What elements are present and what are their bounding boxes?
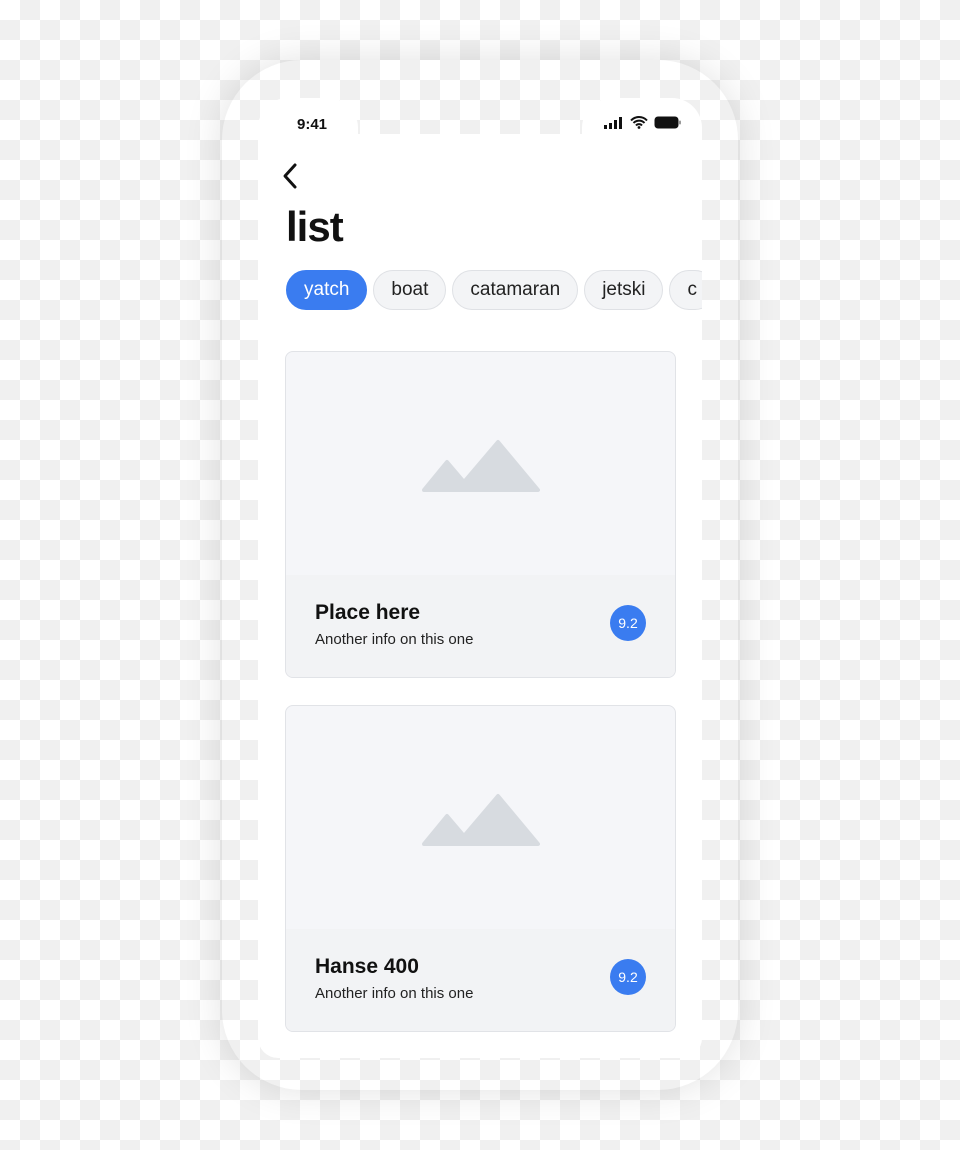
card-subtitle: Another info on this one (315, 985, 474, 1002)
card-title: Place here (315, 601, 421, 624)
card-subtitle: Another info on this one (315, 631, 474, 648)
status-icons (604, 116, 682, 129)
chip-catamaran[interactable]: catamaran (452, 270, 579, 310)
wifi-icon (630, 116, 648, 129)
signal-icon (604, 116, 622, 129)
image-placeholder-icon (421, 439, 540, 492)
category-chips: yatch boat catamaran jetski c (286, 270, 702, 312)
card-info: Place here Another info on this one 9.2 (286, 575, 675, 677)
chip-more[interactable]: c (669, 270, 702, 310)
battery-icon (654, 116, 681, 129)
chip-yatch[interactable]: yatch (286, 270, 368, 310)
list-card[interactable]: Hanse 400 Another info on this one 9.2 (285, 705, 676, 1032)
page-title: list (286, 203, 344, 250)
chip-jetski[interactable]: jetski (584, 270, 664, 310)
rating-badge: 9.2 (610, 959, 646, 995)
card-image (286, 706, 675, 931)
rating-badge: 9.2 (610, 605, 646, 641)
chip-boat[interactable]: boat (373, 270, 447, 310)
back-chevron-icon[interactable] (282, 162, 298, 190)
status-time: 9:41 (297, 116, 328, 133)
list-card[interactable]: Place here Another info on this one 9.2 (285, 351, 676, 678)
image-placeholder-icon (421, 793, 540, 846)
card-info: Hanse 400 Another info on this one 9.2 (286, 929, 675, 1031)
card-image (286, 352, 675, 577)
card-title: Hanse 400 (315, 955, 419, 978)
